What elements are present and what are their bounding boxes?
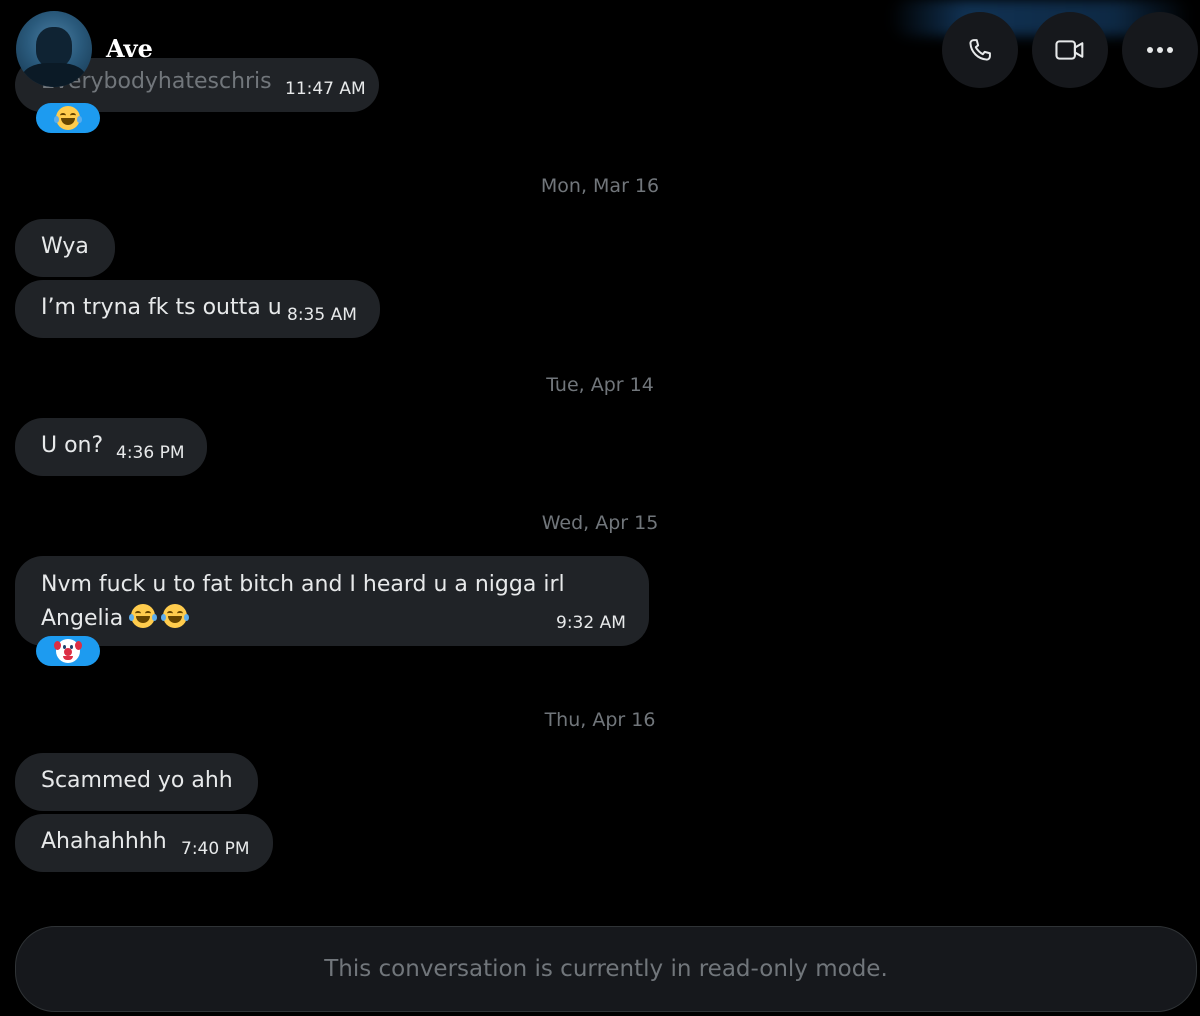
message-bubble[interactable]: Nvm fuck u to fat bitch and I heard u a …: [15, 556, 649, 646]
message-text: Ahahahhhh: [41, 829, 167, 854]
message-time: 8:35 AM: [287, 305, 357, 325]
message-text: Wya: [41, 234, 89, 259]
message-bubble[interactable]: Ahahahhhh 7:40 PM: [15, 814, 273, 872]
date-separator: Tue, Apr 14: [546, 374, 654, 396]
conversation-header: Ave: [0, 0, 1200, 100]
message-reaction[interactable]: [36, 103, 100, 133]
laughing-emoji-icon: [129, 604, 158, 634]
message-text-line-1: Nvm fuck u to fat bitch and I heard u a …: [41, 572, 565, 597]
read-only-text: This conversation is currently in read-o…: [324, 956, 888, 982]
message-text: Scammed yo ahh: [41, 768, 233, 793]
laughing-emoji-icon: [54, 106, 82, 130]
clown-emoji-icon: [54, 639, 82, 663]
phone-icon: [969, 39, 991, 61]
message-text: I’m tryna fk ts outta u: [41, 295, 282, 320]
message-bubble[interactable]: Scammed yo ahh: [15, 753, 258, 811]
read-only-notice: This conversation is currently in read-o…: [15, 926, 1197, 1012]
message-time: 9:32 AM: [556, 613, 626, 633]
video-call-button[interactable]: [1032, 12, 1108, 88]
message-bubble[interactable]: U on? 4:36 PM: [15, 418, 207, 476]
message-text: Angelia: [41, 606, 124, 631]
more-options-button[interactable]: [1122, 12, 1198, 88]
dm-conversation-page: Everybodyhateschris 11:47 AM Ave Mon, Ma…: [0, 0, 1200, 1016]
message-time: 4:36 PM: [116, 443, 185, 463]
date-separator: Wed, Apr 15: [541, 512, 659, 534]
call-button[interactable]: [942, 12, 1018, 88]
message-text-line-2: Angelia: [41, 604, 190, 634]
contact-name[interactable]: Ave: [106, 34, 153, 63]
more-horizontal-icon: [1147, 47, 1173, 53]
avatar[interactable]: [16, 11, 92, 87]
message-text: U on?: [41, 433, 104, 458]
date-separator: Thu, Apr 16: [544, 709, 656, 731]
message-bubble[interactable]: I’m tryna fk ts outta u 8:35 AM: [15, 280, 380, 338]
message-time: 7:40 PM: [181, 839, 250, 859]
message-reaction[interactable]: [36, 636, 100, 666]
message-bubble[interactable]: Wya: [15, 219, 115, 277]
laughing-emoji-icon: [161, 604, 190, 634]
video-camera-icon: [1055, 40, 1084, 60]
date-separator: Mon, Mar 16: [540, 175, 660, 197]
